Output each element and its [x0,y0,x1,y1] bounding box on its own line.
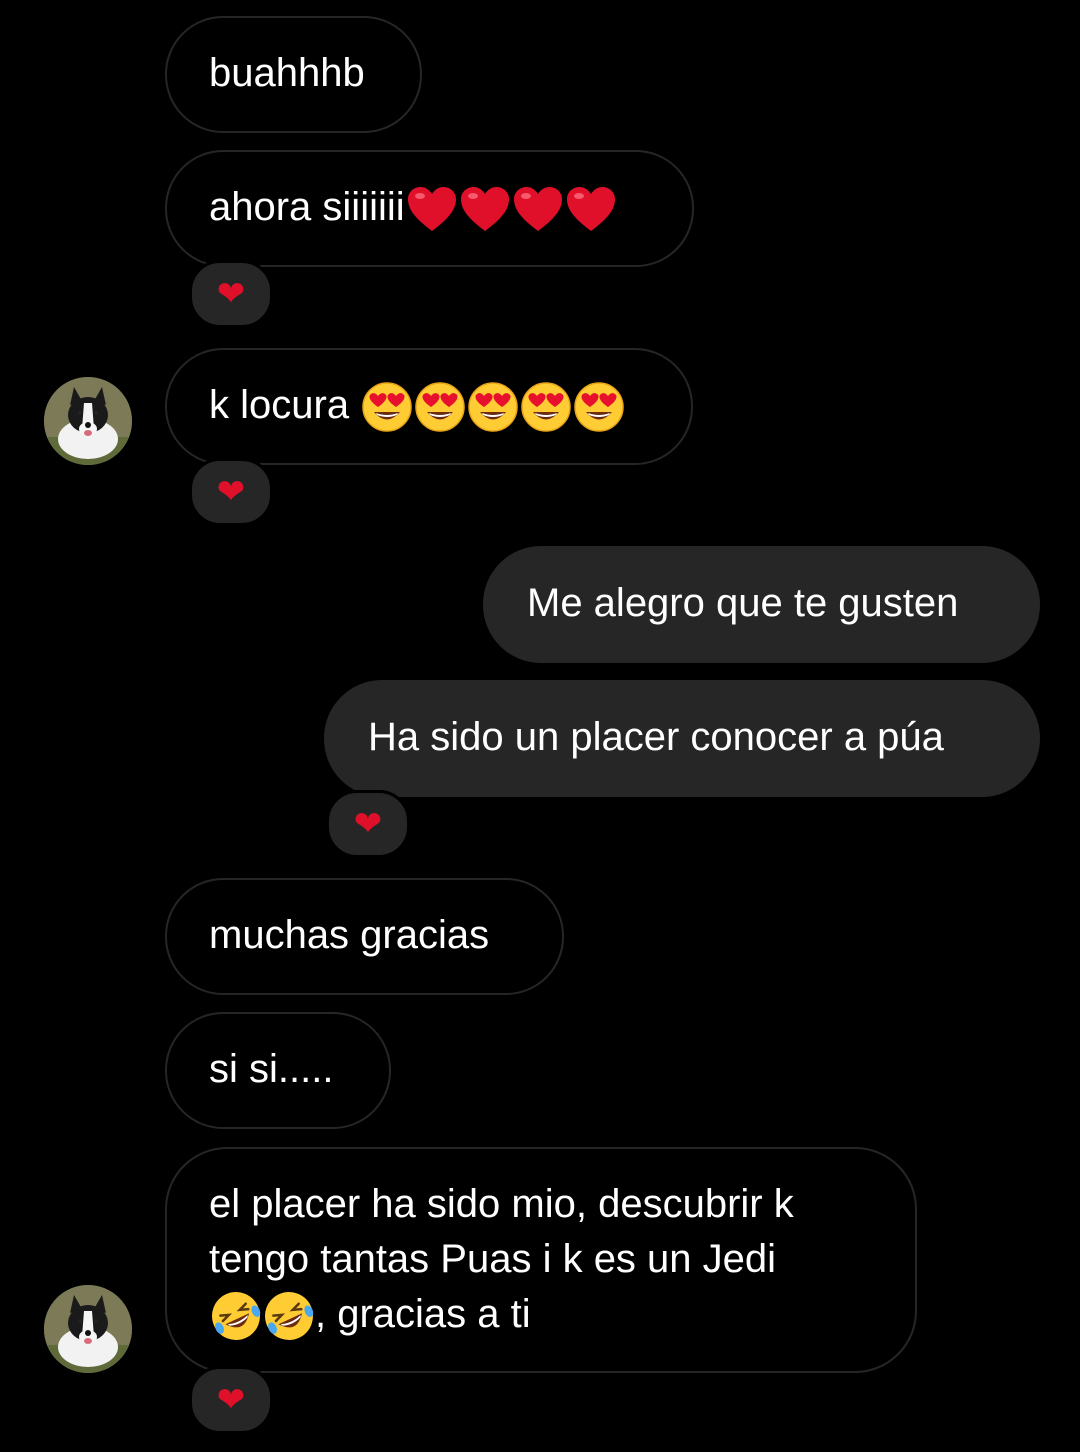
laughing-emoji-group [209,1292,315,1341]
message-text-line: el placer ha sido mio, descubrir k [209,1182,794,1226]
message-text: Ha sido un placer conocer a púa [368,715,944,759]
message-bubble-incoming[interactable]: si si..... [165,1012,391,1129]
heart-eyes-face-icon [361,381,413,433]
message-text: buahhhb [209,51,365,95]
message-text: si si..... [209,1047,334,1091]
dog-avatar-icon [44,377,132,465]
red-heart-icon [565,185,617,233]
message-text-line: , gracias a ti [209,1287,873,1342]
reaction-heart[interactable]: ❤ [326,790,410,858]
message-text: k locura [209,383,361,427]
message-text-line: tengo tantas Puas i k es un Jedi [209,1237,777,1281]
reaction-heart[interactable]: ❤ [189,458,273,526]
heart-eyes-face-icon [520,381,572,433]
heart-icon: ❤ [216,274,246,314]
red-heart-icon [512,185,564,233]
message-text: ahora siiiiiii [209,185,405,229]
heart-eyes-face-icon [573,381,625,433]
heart-eyes-emoji-group [360,382,625,433]
heart-icon: ❤ [353,804,383,844]
message-bubble-outgoing[interactable]: Ha sido un placer conocer a púa [324,680,1040,797]
avatar[interactable] [44,377,132,465]
message-bubble-outgoing[interactable]: Me alegro que te gusten [483,546,1040,663]
message-bubble-incoming[interactable]: buahhhb [165,16,422,133]
heart-eyes-face-icon [414,381,466,433]
heart-icon: ❤ [216,1380,246,1420]
message-text: muchas gracias [209,913,490,957]
message-bubble-incoming[interactable]: k locura [165,348,693,465]
message-text: Me alegro que te gusten [527,581,959,625]
red-heart-icon [459,185,511,233]
red-heart-icon [406,185,458,233]
reaction-heart[interactable]: ❤ [189,260,273,328]
message-bubble-incoming[interactable]: ahora siiiiiii [165,150,694,267]
message-bubble-incoming[interactable]: muchas gracias [165,878,564,995]
heart-icon: ❤ [216,472,246,512]
dog-avatar-icon [44,1285,132,1373]
message-bubble-incoming[interactable]: el placer ha sido mio, descubrir k tengo… [165,1147,917,1373]
rolling-laughing-face-icon [210,1290,262,1342]
heart-emoji-group [405,185,617,232]
heart-eyes-face-icon [467,381,519,433]
reaction-heart[interactable]: ❤ [189,1366,273,1434]
avatar[interactable] [44,1285,132,1373]
rolling-laughing-face-icon [263,1290,315,1342]
